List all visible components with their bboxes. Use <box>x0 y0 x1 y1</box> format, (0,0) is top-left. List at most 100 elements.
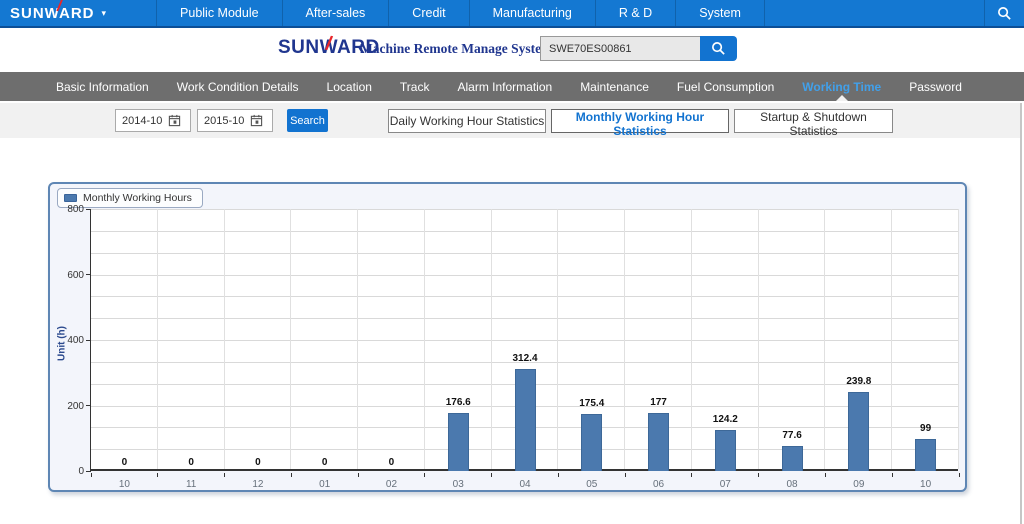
chart-bar[interactable] <box>581 414 602 471</box>
gridline-vertical <box>691 209 692 469</box>
tab-basic-information[interactable]: Basic Information <box>42 72 163 101</box>
topbar-logo[interactable]: SUNWARD / ▾ <box>0 0 120 26</box>
topbar-item-rd[interactable]: R & D <box>596 0 676 26</box>
x-axis-category-label: 04 <box>495 479 555 490</box>
bar-value-label: 0 <box>226 457 290 468</box>
calendar-icon[interactable] <box>250 114 263 127</box>
x-axis-tick <box>758 473 759 477</box>
bar-value-label: 0 <box>293 457 357 468</box>
y-axis-tick-label: 800 <box>50 204 84 215</box>
date-to-field <box>197 109 273 132</box>
x-axis-tick <box>424 473 425 477</box>
calendar-icon[interactable] <box>168 114 181 127</box>
y-axis-tick <box>86 209 91 210</box>
topbar-logo-text: SUNWARD <box>10 5 95 22</box>
view-daily-statistics-button[interactable]: Daily Working Hour Statistics <box>388 109 546 133</box>
date-to-input[interactable] <box>198 115 250 127</box>
filter-search-button[interactable]: Search <box>287 109 328 132</box>
gridline-horizontal <box>91 318 958 319</box>
bar-value-label: 0 <box>92 457 156 468</box>
topbar-item-system[interactable]: System <box>676 0 765 26</box>
tab-location[interactable]: Location <box>313 72 386 101</box>
bar-value-label: 177 <box>627 397 691 408</box>
gridline-vertical <box>958 209 959 469</box>
bar-value-label: 0 <box>359 457 423 468</box>
top-menu-bar: SUNWARD / ▾ Public Module After-sales Cr… <box>0 0 1024 26</box>
y-axis-tick <box>86 471 91 472</box>
chart-bar[interactable] <box>648 413 669 471</box>
top-menu: Public Module After-sales Credit Manufac… <box>156 0 765 26</box>
topbar-item-after-sales[interactable]: After-sales <box>283 0 390 26</box>
chart-bar[interactable] <box>915 439 936 471</box>
gridline-vertical <box>758 209 759 469</box>
topbar-item-public-module[interactable]: Public Module <box>156 0 283 26</box>
y-axis-tick-label: 0 <box>50 466 84 477</box>
legend-marker-icon <box>64 194 77 202</box>
tab-work-condition-details[interactable]: Work Condition Details <box>163 72 313 101</box>
view-monthly-statistics-button[interactable]: Monthly Working Hour Statistics <box>551 109 729 133</box>
page-right-border <box>1020 103 1022 524</box>
x-axis-tick <box>625 473 626 477</box>
chart-bar[interactable] <box>782 446 803 471</box>
tab-password[interactable]: Password <box>895 72 976 101</box>
x-axis-tick <box>892 473 893 477</box>
x-axis-category-label: 10 <box>94 479 154 490</box>
bar-value-label: 176.6 <box>426 397 490 408</box>
page-header: SUNWARD / Machine Remote Manage System <box>0 28 1024 68</box>
y-axis-tick <box>86 274 91 275</box>
gridline-vertical <box>891 209 892 469</box>
x-axis-category-label: 05 <box>562 479 622 490</box>
tab-track[interactable]: Track <box>386 72 444 101</box>
topbar-item-manufacturing[interactable]: Manufacturing <box>470 0 596 26</box>
chart-bar[interactable] <box>848 392 869 471</box>
x-axis-category-label: 09 <box>829 479 889 490</box>
machine-search-input[interactable] <box>540 36 700 61</box>
x-axis-category-label: 06 <box>629 479 689 490</box>
topbar-item-credit[interactable]: Credit <box>389 0 469 26</box>
x-axis-tick <box>91 473 92 477</box>
bar-value-label: 175.4 <box>560 398 624 409</box>
y-axis-tick-label: 400 <box>50 335 84 346</box>
filter-bar: Search Daily Working Hour Statistics Mon… <box>0 103 1020 138</box>
y-axis-tick-label: 600 <box>50 270 84 281</box>
gridline-vertical <box>290 209 291 469</box>
x-axis-category-label: 12 <box>228 479 288 490</box>
plot-area: 020040060080010011012001002003176.604312… <box>90 209 958 471</box>
date-from-input[interactable] <box>116 115 168 127</box>
tab-fuel-consumption[interactable]: Fuel Consumption <box>663 72 788 101</box>
chart-panel: Monthly Working Hours Unit (h) 020040060… <box>48 182 967 492</box>
gridline-vertical <box>424 209 425 469</box>
machine-search-button[interactable] <box>700 36 737 61</box>
tab-working-time[interactable]: Working Time <box>788 72 895 101</box>
x-axis-category-label: 01 <box>295 479 355 490</box>
view-startup-shutdown-button[interactable]: Startup & Shutdown Statistics <box>734 109 893 133</box>
chart-bar[interactable] <box>448 413 469 471</box>
gridline-horizontal <box>91 296 958 297</box>
date-from-field <box>115 109 191 132</box>
x-axis-tick <box>224 473 225 477</box>
gridline-horizontal <box>91 253 958 254</box>
active-tab-pointer-icon <box>836 95 848 101</box>
gridline-vertical <box>357 209 358 469</box>
chart-bar[interactable] <box>715 430 736 471</box>
y-axis-tick <box>86 340 91 341</box>
bar-value-label: 77.6 <box>760 430 824 441</box>
x-axis-category-label: 02 <box>361 479 421 490</box>
x-axis-category-label: 08 <box>762 479 822 490</box>
gridline-vertical <box>224 209 225 469</box>
gridline-horizontal <box>91 231 958 232</box>
tab-alarm-information[interactable]: Alarm Information <box>443 72 566 101</box>
x-axis-tick <box>491 473 492 477</box>
search-icon <box>997 6 1012 21</box>
gridline-vertical <box>491 209 492 469</box>
bar-value-label: 124.2 <box>693 414 757 425</box>
gridline-vertical <box>157 209 158 469</box>
topbar-search-button[interactable] <box>984 0 1024 26</box>
chart-bar[interactable] <box>515 369 536 471</box>
bar-value-label: 99 <box>894 423 958 434</box>
machine-search <box>540 36 737 61</box>
x-axis-category-label: 10 <box>896 479 956 490</box>
system-title: Machine Remote Manage System <box>360 41 552 57</box>
y-axis-tick <box>86 405 91 406</box>
tab-maintenance[interactable]: Maintenance <box>566 72 663 101</box>
